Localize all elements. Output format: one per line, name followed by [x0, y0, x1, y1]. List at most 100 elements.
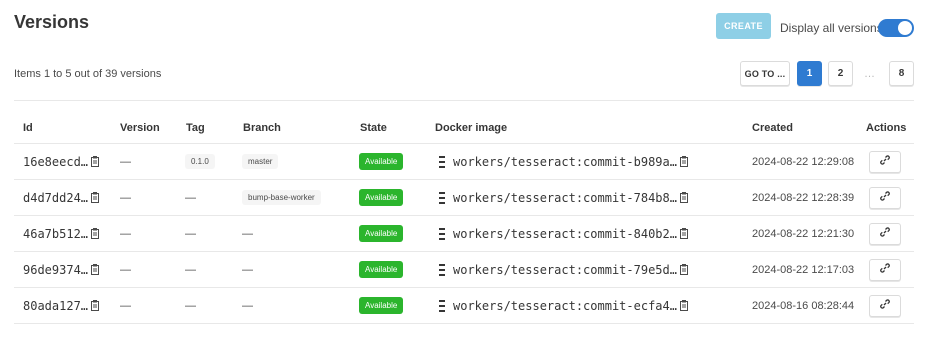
- clipboard-icon[interactable]: [679, 300, 688, 311]
- link-icon: [880, 263, 890, 276]
- branch-cell: —: [242, 216, 253, 251]
- clipboard-icon[interactable]: [91, 156, 100, 167]
- version-cell: —: [120, 227, 131, 240]
- tag-badge: 0.1.0: [185, 154, 215, 169]
- branch-badge: master: [242, 154, 279, 169]
- clipboard-icon[interactable]: [91, 192, 100, 203]
- col-id: Id: [23, 122, 33, 134]
- link-icon: [880, 155, 890, 168]
- id-cell: 16e8eecd…: [23, 144, 100, 179]
- link-button[interactable]: [869, 150, 901, 173]
- create-button[interactable]: CREATE: [716, 13, 771, 39]
- clipboard-icon[interactable]: [91, 228, 100, 239]
- docker-image: workers/tesseract:commit-b989a…: [453, 154, 677, 169]
- branch-badge: —: [242, 263, 253, 276]
- docker-image: workers/tesseract:commit-ecfa4…: [453, 298, 677, 313]
- state-badge: Available: [359, 153, 404, 170]
- docker-image: workers/tesseract:commit-79e5d…: [453, 262, 677, 277]
- state-badge: Available: [359, 225, 404, 242]
- clipboard-icon[interactable]: [91, 300, 100, 311]
- col-docker: Docker image: [435, 122, 508, 134]
- page-title: Versions: [14, 12, 90, 32]
- clipboard-icon[interactable]: [679, 156, 688, 167]
- tag-cell: —: [185, 216, 196, 251]
- drag-handle-icon[interactable]: [439, 299, 445, 312]
- display-all-label: Display all versions: [780, 21, 883, 35]
- state-badge: Available: [359, 261, 404, 278]
- tag-badge: —: [185, 191, 196, 204]
- docker-image: workers/tesseract:commit-784b8…: [453, 190, 677, 205]
- version-cell: —: [120, 299, 131, 312]
- link-icon: [880, 299, 890, 312]
- link-button[interactable]: [869, 222, 901, 245]
- tag-cell: 0.1.0: [185, 144, 215, 179]
- branch-cell: —: [242, 288, 253, 323]
- link-icon: [880, 191, 890, 204]
- display-all-toggle[interactable]: [878, 19, 914, 37]
- actions-cell: [869, 252, 901, 287]
- state-badge: Available: [359, 189, 404, 206]
- col-created: Created: [752, 122, 793, 134]
- state-badge: Available: [359, 297, 404, 314]
- drag-handle-icon[interactable]: [439, 155, 445, 168]
- state-cell: Available: [359, 216, 404, 251]
- actions-cell: [869, 144, 901, 179]
- state-cell: Available: [359, 180, 404, 215]
- version-cell: —: [120, 263, 131, 276]
- page-2-button[interactable]: 2: [828, 61, 853, 86]
- state-cell: Available: [359, 252, 404, 287]
- header-divider: [14, 100, 914, 101]
- table-row: 16e8eecd… — 0.1.0 master Available worke…: [14, 144, 914, 180]
- docker-cell: workers/tesseract:commit-784b8…: [439, 180, 688, 215]
- tag-badge: —: [185, 227, 196, 240]
- version-id[interactable]: d4d7dd24…: [23, 191, 88, 205]
- tag-cell: —: [185, 252, 196, 287]
- id-cell: 46a7b512…: [23, 216, 100, 251]
- items-count: Items 1 to 5 out of 39 versions: [14, 68, 162, 80]
- version-cell: —: [120, 191, 131, 204]
- goto-button[interactable]: GO TO ...: [740, 61, 790, 86]
- created-cell: 2024-08-22 12:17:03: [752, 263, 855, 276]
- tag-badge: —: [185, 299, 196, 312]
- pagination-ellipsis: …: [864, 68, 875, 80]
- version-id[interactable]: 16e8eecd…: [23, 155, 88, 169]
- toggle-knob: [898, 21, 912, 35]
- clipboard-icon[interactable]: [91, 264, 100, 275]
- link-button[interactable]: [869, 258, 901, 281]
- clipboard-icon[interactable]: [679, 264, 688, 275]
- version-id[interactable]: 96de9374…: [23, 263, 88, 277]
- drag-handle-icon[interactable]: [439, 227, 445, 240]
- drag-handle-icon[interactable]: [439, 191, 445, 204]
- table-row: 80ada127… — — — Available workers/tesser…: [14, 288, 914, 324]
- created-cell: 2024-08-16 08:28:44: [752, 299, 855, 312]
- docker-cell: workers/tesseract:commit-b989a…: [439, 144, 688, 179]
- version-id[interactable]: 46a7b512…: [23, 227, 88, 241]
- branch-cell: master: [242, 144, 279, 179]
- actions-cell: [869, 180, 901, 215]
- page-8-button[interactable]: 8: [889, 61, 914, 86]
- docker-cell: workers/tesseract:commit-79e5d…: [439, 252, 688, 287]
- clipboard-icon[interactable]: [679, 192, 688, 203]
- drag-handle-icon[interactable]: [439, 263, 445, 276]
- clipboard-icon[interactable]: [679, 228, 688, 239]
- branch-cell: —: [242, 252, 253, 287]
- id-cell: 80ada127…: [23, 288, 100, 323]
- actions-cell: [869, 288, 901, 323]
- link-icon: [880, 227, 890, 240]
- created-cell: 2024-08-22 12:28:39: [752, 191, 855, 204]
- branch-badge: —: [242, 299, 253, 312]
- created-cell: 2024-08-22 12:29:08: [752, 155, 855, 168]
- branch-cell: bump-base-worker: [242, 180, 321, 215]
- link-button[interactable]: [869, 186, 901, 209]
- tag-badge: —: [185, 263, 196, 276]
- table-row: d4d7dd24… — — bump-base-worker Available…: [14, 180, 914, 216]
- col-tag: Tag: [186, 122, 205, 134]
- id-cell: 96de9374…: [23, 252, 100, 287]
- page-1-button[interactable]: 1: [797, 61, 822, 86]
- docker-cell: workers/tesseract:commit-ecfa4…: [439, 288, 688, 323]
- version-id[interactable]: 80ada127…: [23, 299, 88, 313]
- created-cell: 2024-08-22 12:21:30: [752, 227, 855, 240]
- link-button[interactable]: [869, 294, 901, 317]
- state-cell: Available: [359, 288, 404, 323]
- version-cell: —: [120, 155, 131, 168]
